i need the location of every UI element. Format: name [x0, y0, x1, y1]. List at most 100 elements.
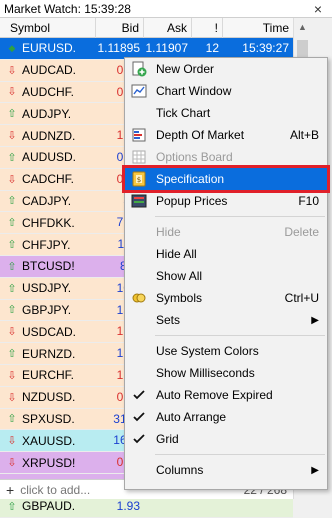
symbol-cell[interactable]: ◆ EURUSD. [0, 38, 96, 59]
menu-item-new-order[interactable]: New Order [125, 58, 327, 80]
arrow-down-icon: ⇩ [7, 435, 17, 448]
symbol-label: EURUSD. [22, 41, 77, 56]
symbol-cell[interactable]: ⇩ XAUUSD. [0, 430, 96, 451]
menu-item-label: Depth Of Market [156, 128, 245, 142]
symbol-cell[interactable]: ⇧ EURNZD. [0, 343, 96, 364]
menu-item-use-system-colors[interactable]: Use System Colors [125, 340, 327, 362]
column-symbol[interactable]: Symbol [0, 18, 96, 38]
menu-icon-slot [125, 265, 153, 287]
add-symbol-icon[interactable]: + [6, 482, 14, 498]
menu-item-popup-prices[interactable]: Popup Prices F10 [125, 190, 327, 212]
menu-icon-slot [125, 362, 153, 384]
menu-separator [155, 454, 325, 455]
menu-item-depth-of-market[interactable]: Depth Of Market Alt+B [125, 124, 327, 146]
arrow-down-icon: ⇩ [7, 391, 17, 404]
ask-cell: 1.11907 [145, 41, 189, 55]
menu-icon-slot [125, 309, 153, 331]
menu-item-label: Hide [156, 225, 181, 239]
symbol-cell[interactable]: ⇧ AUDUSD. [0, 147, 96, 168]
menu-item-label: Show Milliseconds [156, 366, 255, 380]
column-bid[interactable]: Bid [96, 18, 144, 38]
symbol-cell[interactable]: ⇧ SPXUSD. [0, 409, 96, 430]
menu-icon-slot [125, 102, 153, 124]
popup-prices-icon [125, 190, 153, 212]
menu-icon-slot [125, 243, 153, 265]
menu-item-auto-arrange[interactable]: Auto Arrange [125, 406, 327, 428]
menu-item-hide-all[interactable]: Hide All [125, 243, 327, 265]
menu-item-shortcut: Alt+B [289, 128, 319, 142]
arrow-up-icon: ⇧ [7, 239, 17, 252]
menu-item-show-all[interactable]: Show All [125, 265, 327, 287]
menu-item-auto-remove-expired[interactable]: Auto Remove Expired [125, 384, 327, 406]
symbol-cell[interactable]: ⇧ CHFJPY. [0, 234, 96, 255]
column-spread[interactable]: ! [192, 18, 223, 38]
column-ask[interactable]: Ask [144, 18, 192, 38]
menu-item-symbols[interactable]: Symbols Ctrl+U [125, 287, 327, 309]
arrow-down-icon: ⇩ [7, 64, 17, 77]
scroll-up-icon[interactable]: ▲ [294, 18, 311, 35]
menu-item-columns[interactable]: Columns ▶ [125, 459, 327, 481]
symbol-cell[interactable]: ⇩ AUDCAD. [0, 60, 96, 81]
chart-window-icon [125, 80, 153, 102]
menu-item-hide: Hide Delete [125, 221, 327, 243]
arrow-up-icon: ⇧ [7, 217, 17, 230]
symbol-cell[interactable]: ⇩ AUDCHF. [0, 82, 96, 103]
menu-icon-slot [125, 459, 153, 481]
symbol-label: EURNZD. [22, 346, 76, 361]
symbol-label: CADJPY. [22, 193, 72, 208]
add-symbol-input[interactable]: click to add... [20, 483, 90, 497]
menu-item-sets[interactable]: Sets ▶ [125, 309, 327, 331]
close-icon[interactable]: × [314, 1, 322, 17]
arrow-up-icon: ⇧ [7, 260, 17, 273]
checkmark-icon [125, 384, 153, 406]
checkmark-icon [125, 406, 153, 428]
symbol-label: XAUUSD. [22, 433, 76, 448]
menu-item-label: Use System Colors [156, 344, 259, 358]
arrow-down-icon: ⇩ [7, 173, 17, 186]
menu-item-tick-chart[interactable]: Tick Chart [125, 102, 327, 124]
arrow-up-icon: ⇧ [7, 282, 17, 295]
symbol-cell[interactable]: ⇧ CHFDKK. [0, 212, 96, 233]
menu-item-chart-window[interactable]: Chart Window [125, 80, 327, 102]
menu-item-label: Tick Chart [156, 106, 211, 120]
bid-cell: 1.11895 [97, 41, 141, 55]
symbol-cell[interactable]: ⇩ EURCHF. [0, 365, 96, 386]
close-button[interactable]: × [307, 1, 329, 17]
menu-separator [155, 216, 325, 217]
symbols-icon [125, 287, 153, 309]
chevron-right-icon: ▶ [311, 314, 319, 326]
symbol-row[interactable]: ⇧ GBPAUD. 1.93 [0, 495, 293, 518]
menu-item-label: Auto Arrange [156, 410, 227, 424]
arrow-up-icon: ⇧ [7, 108, 17, 121]
arrow-up-icon: ⇧ [7, 151, 17, 164]
time-cell: 15:39:27 [242, 41, 289, 55]
menu-item-specification[interactable]: $ Specification [122, 165, 330, 193]
column-time[interactable]: Time [223, 18, 293, 38]
menu-item-grid[interactable]: Grid [125, 428, 327, 450]
specification-icon: $ [125, 168, 153, 190]
menu-item-show-milliseconds[interactable]: Show Milliseconds [125, 362, 327, 384]
menu-item-shortcut: F10 [298, 194, 319, 208]
menu-item-label: New Order [156, 62, 215, 76]
symbol-cell[interactable]: ⇩ XRPUSD! [0, 452, 96, 473]
symbol-label: USDCAD. [22, 324, 77, 339]
symbol-cell[interactable]: ⇧ BTCUSD! [0, 256, 96, 277]
symbol-cell[interactable]: ⇩ NZDUSD. [0, 387, 96, 408]
market-watch-title-bar: Market Watch: 15:39:28 [0, 0, 332, 18]
menu-item-label: Hide All [156, 247, 197, 261]
menu-separator [155, 335, 325, 336]
arrow-up-icon: ⇧ [7, 348, 17, 361]
symbol-cell[interactable]: ⇧ CADJPY. [0, 191, 96, 212]
symbol-cell[interactable]: ⇩ AUDNZD. [0, 125, 96, 146]
symbol-label: AUDCAD. [22, 63, 77, 78]
symbol-cell[interactable]: ⇩ CADCHF. [0, 169, 96, 190]
menu-item-shortcut: Ctrl+U [284, 291, 319, 305]
symbol-cell[interactable]: ⇧ USDJPY. [0, 278, 96, 299]
symbol-cell[interactable]: ⇧ GBPJPY. [0, 300, 96, 321]
new-order-icon [125, 58, 153, 80]
symbol-cell[interactable]: ⇩ USDCAD. [0, 321, 96, 342]
symbol-cell[interactable]: ⇧ AUDJPY. [0, 103, 96, 124]
arrow-down-icon: ⇩ [7, 457, 17, 470]
symbol-label: CADCHF. [22, 172, 75, 187]
symbol-label: AUDJPY. [22, 106, 72, 121]
